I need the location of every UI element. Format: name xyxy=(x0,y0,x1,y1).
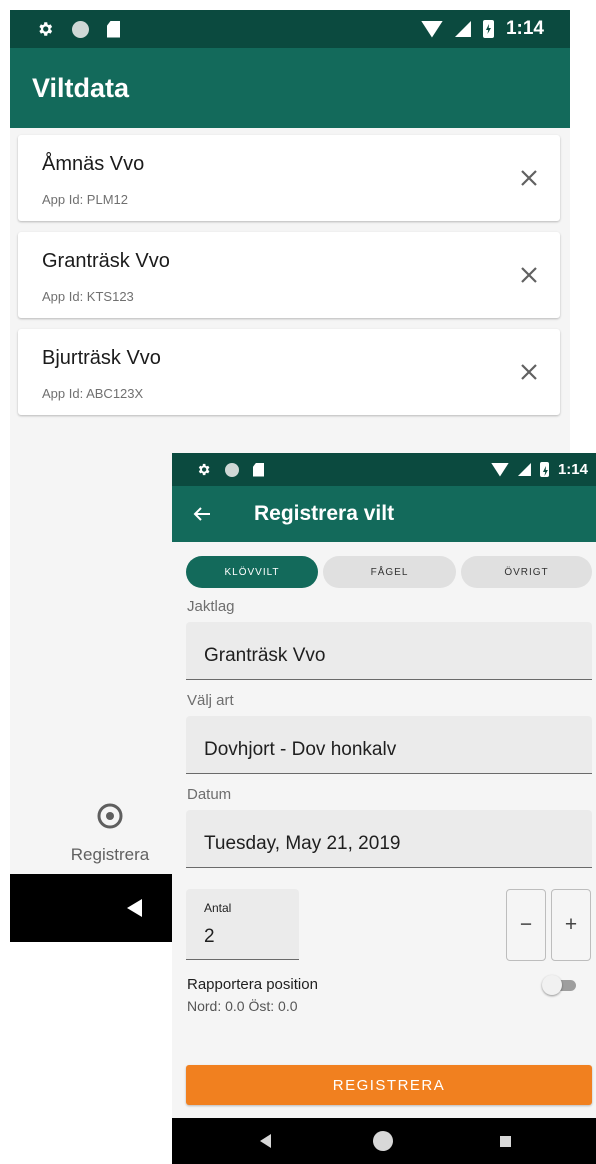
datum-value: Tuesday, May 21, 2019 xyxy=(204,833,401,854)
tab-klovvilt[interactable]: KLÖVVILT xyxy=(186,556,318,588)
art-value: Dovhjort - Dov honkalv xyxy=(204,739,397,760)
clock: 1:14 xyxy=(505,18,544,39)
close-icon[interactable] xyxy=(514,260,544,290)
nav-recents-icon[interactable] xyxy=(500,1136,511,1147)
screenshot-stage: 1:14 Viltdata Åmnäs Vvo App Id: PLM12 Gr… xyxy=(0,0,596,1164)
list-item[interactable]: Bjurträsk Vvo App Id: ABC123X xyxy=(18,329,560,415)
list-item[interactable]: Åmnäs Vvo App Id: PLM12 xyxy=(18,135,560,221)
close-icon[interactable] xyxy=(514,163,544,193)
clock: 1:14 xyxy=(557,461,588,478)
nav-back-icon[interactable] xyxy=(127,899,142,917)
list-item[interactable]: Granträsk Vvo App Id: KTS123 xyxy=(18,232,560,318)
sd-card-icon xyxy=(253,462,264,477)
antal-label: Antal xyxy=(204,901,232,915)
location-pin-icon xyxy=(97,803,123,829)
jaktlag-dropdown[interactable]: Granträsk Vvo xyxy=(186,622,592,680)
toggle-thumb xyxy=(542,975,562,995)
datum-field[interactable]: Tuesday, May 21, 2019 xyxy=(186,810,592,868)
increment-button[interactable]: + xyxy=(551,889,591,961)
art-dropdown[interactable]: Dovhjort - Dov honkalv xyxy=(186,716,592,774)
status-bar: 1:14 xyxy=(10,10,570,48)
tab-ovrigt[interactable]: ÖVRIGT xyxy=(461,556,592,588)
item-name: Bjurträsk Vvo xyxy=(42,347,161,369)
wifi-icon xyxy=(490,462,509,477)
system-nav-bar xyxy=(172,1118,596,1164)
antal-value: 2 xyxy=(204,926,215,947)
item-app-id: App Id: PLM12 xyxy=(42,192,128,207)
nav-register-tab[interactable]: Registrera xyxy=(50,800,170,865)
item-name: Åmnäs Vvo xyxy=(42,153,145,175)
tab-fagel[interactable]: FÅGEL xyxy=(323,556,456,588)
decrement-button[interactable]: − xyxy=(506,889,546,961)
app-bar: Registrera vilt xyxy=(172,486,596,542)
nav-back-icon[interactable] xyxy=(260,1134,271,1148)
nav-home-icon[interactable] xyxy=(373,1131,393,1151)
jaktlag-label: Jaktlag xyxy=(187,598,235,615)
page-title: Viltdata xyxy=(32,72,130,103)
signal-icon xyxy=(454,21,471,37)
battery-charging-icon xyxy=(539,462,549,477)
close-icon[interactable] xyxy=(514,357,544,387)
item-name: Granträsk Vvo xyxy=(42,250,170,272)
settings-icon xyxy=(198,463,210,476)
position-coords: Nord: 0.0 Öst: 0.0 xyxy=(187,998,298,1014)
antal-field[interactable]: Antal 2 xyxy=(186,889,299,960)
jaktlag-value: Granträsk Vvo xyxy=(204,645,326,666)
item-app-id: App Id: ABC123X xyxy=(42,386,144,401)
register-button[interactable]: REGISTRERA xyxy=(186,1065,592,1105)
sd-card-icon xyxy=(107,20,120,38)
app-bar: Viltdata xyxy=(10,48,570,128)
back-arrow-icon[interactable] xyxy=(190,502,214,526)
sync-icon xyxy=(225,462,239,477)
registrera-vilt-screen: 1:14 Registrera vilt KLÖVVILT FÅGEL ÖVRI… xyxy=(172,453,596,1164)
position-toggle[interactable] xyxy=(542,974,578,996)
position-label: Rapportera position xyxy=(187,976,318,993)
battery-charging-icon xyxy=(482,20,494,38)
item-app-id: App Id: KTS123 xyxy=(42,289,134,304)
signal-icon xyxy=(517,463,531,476)
datum-label: Datum xyxy=(187,786,232,803)
art-label: Välj art xyxy=(187,692,234,709)
sync-icon xyxy=(72,20,89,38)
status-bar: 1:14 xyxy=(172,453,596,486)
nav-register-label: Registrera xyxy=(70,845,150,864)
wifi-icon xyxy=(420,20,443,38)
settings-icon xyxy=(39,22,53,36)
page-title: Registrera vilt xyxy=(254,502,395,525)
